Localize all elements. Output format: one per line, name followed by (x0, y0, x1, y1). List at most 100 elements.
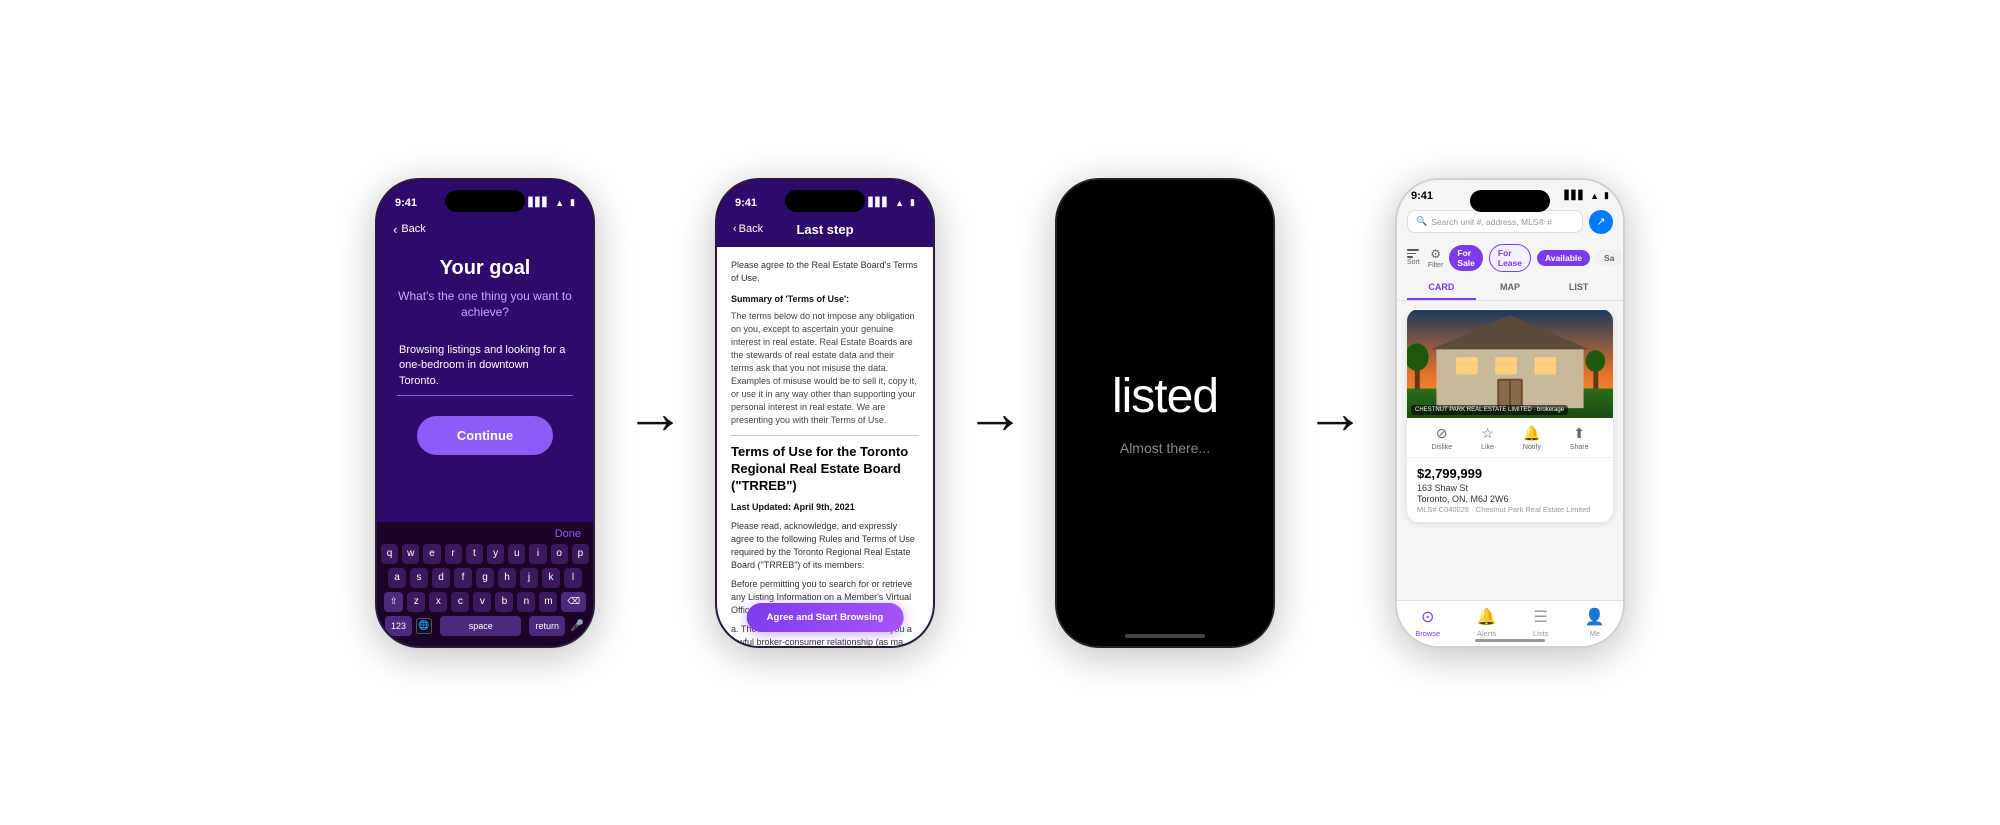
listing-price: $2,799,999 (1417, 466, 1603, 481)
arrow-icon: ↗ (1596, 215, 1605, 228)
keyboard-area: Done q w e r t y u i o p a s d f (377, 522, 593, 646)
house-svg (1407, 309, 1613, 419)
phone-2: 9:41 ▋▋▋ ▲ ▮ ‹ Back Last step Please agr… (715, 178, 935, 648)
lists-icon: ☰ (1534, 607, 1548, 627)
kb-row-2: a s d f g h j k l (381, 568, 589, 588)
phone2-scroll[interactable]: Please agree to the Real Estate Board's … (717, 247, 933, 646)
kb-123[interactable]: 123 (385, 616, 412, 636)
kb-a[interactable]: a (388, 568, 406, 588)
kb-t[interactable]: t (466, 544, 483, 564)
main-scene: 9:41 ▋▋▋ ▲ ▮ ‹ Back Your goal What's the… (0, 0, 2000, 825)
kb-b[interactable]: b (495, 592, 513, 612)
tab-bar-browse[interactable]: ⊙ Browse (1415, 607, 1440, 638)
phone4-content: 9:41 ▋▋▋ ▲ ▮ 🔍 Search unit #, address, M… (1397, 180, 1623, 646)
kb-w[interactable]: w (402, 544, 419, 564)
kb-n[interactable]: n (517, 592, 535, 612)
kb-j[interactable]: j (520, 568, 538, 588)
home-indicator-3 (1125, 634, 1205, 638)
tab-map[interactable]: MAP (1476, 276, 1545, 300)
listing-badge: CHESTNUT PARK REAL ESTATE LIMITED · brok… (1411, 405, 1568, 415)
phone-1: 9:41 ▋▋▋ ▲ ▮ ‹ Back Your goal What's the… (375, 178, 595, 648)
kb-z[interactable]: z (407, 592, 425, 612)
like-icon: ☆ (1481, 425, 1494, 442)
kb-s[interactable]: s (410, 568, 428, 588)
agree-start-browsing-button[interactable]: Agree and Start Browsing (747, 603, 904, 632)
dislike-button[interactable]: ⊘ Dislike (1431, 425, 1452, 451)
kb-delete[interactable]: ⌫ (561, 592, 586, 612)
listing-city: Toronto, ON, M6J 2W6 (1417, 494, 1603, 504)
chip-for-lease[interactable]: For Lease (1489, 244, 1531, 272)
kb-y[interactable]: y (487, 544, 504, 564)
navigation-arrow-button[interactable]: ↗ (1589, 210, 1613, 234)
tab-list[interactable]: LIST (1544, 276, 1613, 300)
back-label-2: Back (739, 223, 763, 235)
listing-image: CHESTNUT PARK REAL ESTATE LIMITED · brok… (1407, 309, 1613, 419)
filter-label: Filter (1428, 262, 1444, 269)
kb-c[interactable]: c (451, 592, 469, 612)
arrow-2: → (965, 383, 1025, 443)
dynamic-island-1 (445, 190, 525, 212)
search-bar[interactable]: 🔍 Search unit #, address, MLS® # (1407, 210, 1583, 233)
keyboard-done-btn[interactable]: Done (381, 528, 589, 544)
back-chevron-2: ‹ (733, 223, 737, 235)
filter-button[interactable]: ⚙ Filter (1428, 247, 1444, 269)
chip-for-sale[interactable]: For Sale (1449, 245, 1482, 271)
battery-icon-4: ▮ (1604, 190, 1609, 201)
kb-o[interactable]: o (551, 544, 568, 564)
kb-r[interactable]: r (445, 544, 462, 564)
kb-q[interactable]: q (381, 544, 398, 564)
phone-3: listed Almost there... (1055, 178, 1275, 648)
tab-bar-lists[interactable]: ☰ Lists (1533, 607, 1548, 638)
listing-card[interactable]: CHESTNUT PARK REAL ESTATE LIMITED · brok… (1407, 309, 1613, 522)
like-button[interactable]: ☆ Like (1481, 425, 1494, 451)
continue-button[interactable]: Continue (417, 416, 553, 455)
goal-title: Your goal (440, 257, 531, 280)
sort-button[interactable]: Sort (1407, 249, 1420, 266)
listing-info: $2,799,999 163 Shaw St Toronto, ON, M6J … (1407, 458, 1613, 522)
kb-row-3: ⇧ z x c v b n m ⌫ (381, 592, 589, 612)
status-icons-4: ▋▋▋ ▲ ▮ (1564, 190, 1609, 201)
kb-e[interactable]: e (423, 544, 440, 564)
kb-k[interactable]: k (542, 568, 560, 588)
terms-summary-body: The terms below do not impose any obliga… (731, 310, 919, 427)
kb-i[interactable]: i (529, 544, 546, 564)
chip-more[interactable]: Sa (1596, 250, 1622, 266)
kb-u[interactable]: u (508, 544, 525, 564)
kb-f[interactable]: f (454, 568, 472, 588)
kb-mic-icon[interactable]: 🎤 (569, 618, 585, 634)
kb-l[interactable]: l (564, 568, 582, 588)
kb-shift[interactable]: ⇧ (384, 592, 404, 612)
kb-row-4: 123 🌐 space return 🎤 (381, 616, 589, 636)
sort-label: Sort (1407, 259, 1420, 266)
terms-summary-title: Summary of 'Terms of Use': (731, 293, 919, 306)
notify-button[interactable]: 🔔 Notify (1523, 425, 1541, 451)
filter-row: Sort ⚙ Filter For Sale For Lease Availab… (1397, 240, 1623, 276)
kb-globe-icon[interactable]: 🌐 (416, 618, 432, 634)
kb-p[interactable]: p (572, 544, 589, 564)
kb-x[interactable]: x (429, 592, 447, 612)
kb-d[interactable]: d (432, 568, 450, 588)
phone2-header-title: Last step (796, 222, 853, 237)
tab-card[interactable]: CARD (1407, 276, 1476, 300)
signal-icon-2: ▋▋▋ (868, 197, 889, 208)
listing-agent: MLS# C040026 · Chestnut Park Real Estate… (1417, 505, 1603, 514)
kb-row-1: q w e r t y u i o p (381, 544, 589, 564)
back-button-1[interactable]: Back (401, 223, 425, 235)
kb-h[interactable]: h (498, 568, 516, 588)
kb-return[interactable]: return (529, 616, 565, 636)
kb-v[interactable]: v (473, 592, 491, 612)
back-button-2[interactable]: ‹ Back (733, 223, 763, 235)
share-button[interactable]: ⬆ Share (1570, 425, 1589, 451)
tab-bar-lists-label: Lists (1533, 629, 1548, 638)
me-icon: 👤 (1585, 607, 1605, 627)
tab-bar-alerts[interactable]: 🔔 Alerts (1477, 607, 1497, 638)
kb-g[interactable]: g (476, 568, 494, 588)
phone1-main: Your goal What's the one thing you want … (377, 237, 593, 522)
filter-line-3 (1407, 256, 1413, 258)
chip-available[interactable]: Available (1537, 250, 1590, 266)
goal-input[interactable]: Browsing listings and looking for a one-… (397, 337, 573, 396)
status-time-2: 9:41 (735, 197, 757, 209)
kb-m[interactable]: m (539, 592, 557, 612)
kb-space[interactable]: space (440, 616, 521, 636)
tab-bar-me[interactable]: 👤 Me (1585, 607, 1605, 638)
